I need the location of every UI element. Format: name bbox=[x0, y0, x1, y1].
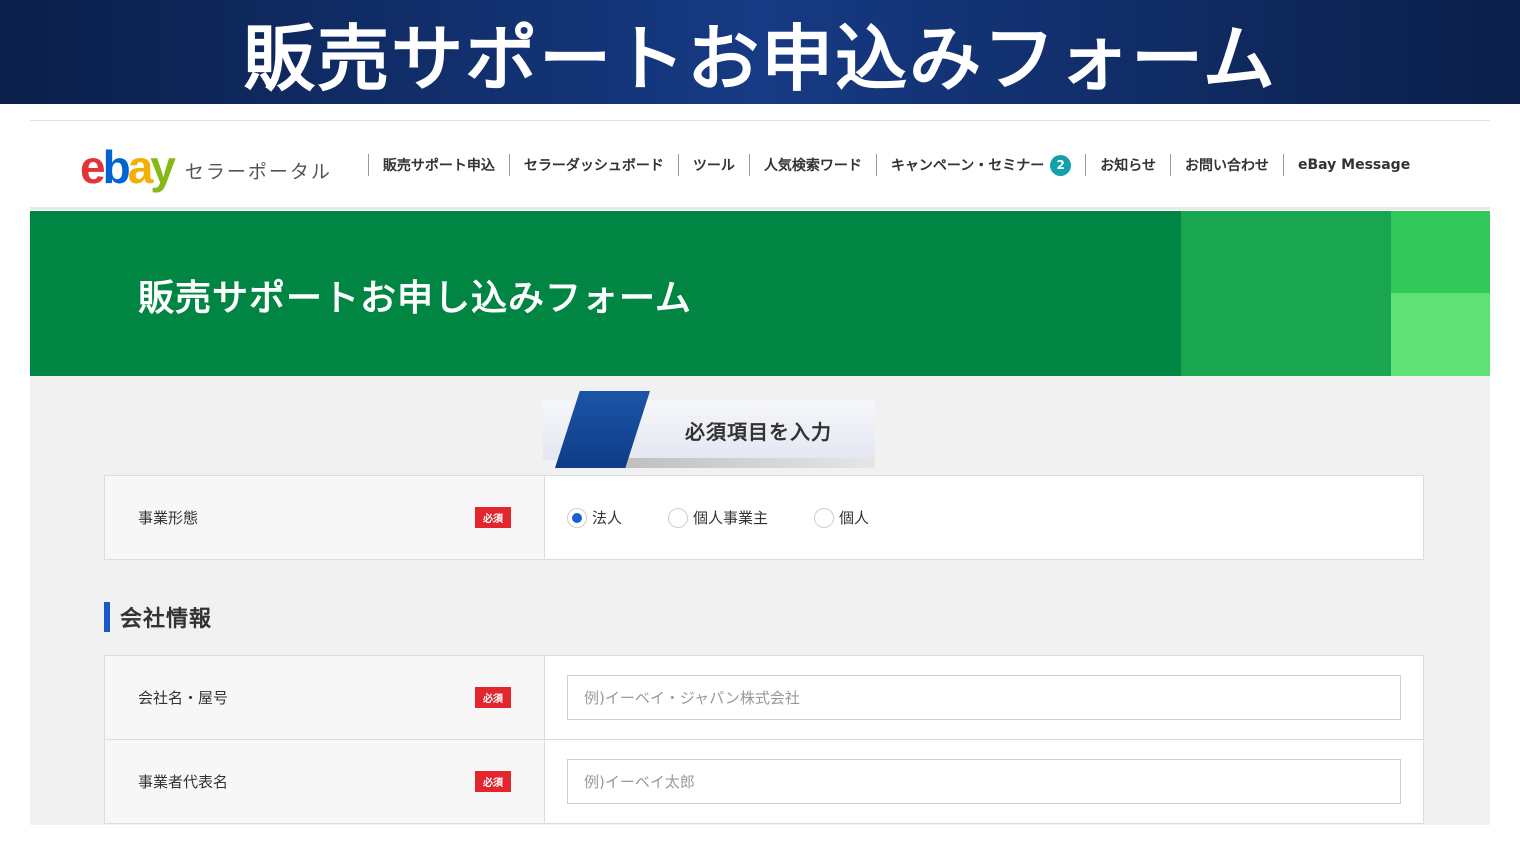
radio-button[interactable] bbox=[668, 507, 689, 528]
row-field-cell: 法人 個人事業主 個人 bbox=[545, 476, 1423, 559]
business-type-label: 事業形態 bbox=[138, 509, 199, 527]
nav-item-news[interactable]: お知らせ bbox=[1085, 154, 1170, 176]
radio-label: 個人事業主 bbox=[693, 509, 769, 527]
nav-item-tools[interactable]: ツール bbox=[677, 154, 749, 176]
required-badge: 必須 bbox=[475, 771, 511, 792]
business-type-row: 事業形態 必須 法人 個人事業主 個人 bbox=[104, 475, 1424, 560]
company-name-input[interactable]: 例)イーベイ・ジャパン株式会社 bbox=[567, 675, 1401, 720]
row-label-cell: 会社名・屋号 必須 bbox=[105, 656, 545, 739]
top-banner: 販売サポートお申込みフォーム bbox=[0, 0, 1520, 104]
representative-label: 事業者代表名 bbox=[138, 773, 229, 791]
nav-item-popular-keywords[interactable]: 人気検索ワード bbox=[748, 154, 876, 176]
notification-count-badge: 2 bbox=[1050, 154, 1072, 176]
nav-item-sales-support[interactable]: 販売サポート申込 bbox=[367, 154, 509, 176]
radio-label: 個人 bbox=[839, 509, 870, 527]
radio-option-individual[interactable]: 個人 bbox=[814, 507, 869, 528]
portal-name: セラーポータル bbox=[184, 161, 332, 183]
row-label-cell: 事業形態 必須 bbox=[105, 476, 545, 559]
row-field-cell: 例)イーベイ・ジャパン株式会社 bbox=[545, 656, 1423, 739]
radio-option-sole-proprietor[interactable]: 個人事業主 bbox=[668, 507, 768, 528]
required-badge: 必須 bbox=[475, 507, 511, 528]
company-info-heading: 会社情報 bbox=[104, 601, 212, 633]
radio-button[interactable] bbox=[814, 507, 835, 528]
ebay-logo[interactable]: ebay セラーポータル bbox=[80, 140, 332, 190]
company-name-row: 会社名・屋号 必須 例)イーベイ・ジャパン株式会社 bbox=[104, 655, 1424, 740]
section-heading-bar bbox=[104, 602, 110, 632]
ebay-logo-wordmark: ebay bbox=[80, 141, 176, 193]
row-label-cell: 事業者代表名 必須 bbox=[105, 740, 545, 823]
radio-label: 法人 bbox=[592, 509, 623, 527]
hero-decoration-block bbox=[1391, 293, 1490, 376]
form-content: 必須項目を入力 事業形態 必須 法人 個人事業主 個人 会社情報 会社名・屋号 … bbox=[30, 376, 1490, 825]
nav-item-contact[interactable]: お問い合わせ bbox=[1169, 154, 1283, 176]
header-divider-bottom bbox=[30, 207, 1490, 210]
business-type-radio-group: 法人 個人事業主 個人 bbox=[567, 507, 915, 528]
representative-name-input[interactable]: 例)イーベイ太郎 bbox=[567, 759, 1401, 804]
required-badge: 必須 bbox=[475, 687, 511, 708]
company-name-label: 会社名・屋号 bbox=[138, 689, 229, 707]
main-nav: 販売サポート申込 セラーダッシュボード ツール 人気検索ワード キャンペーン・セ… bbox=[367, 154, 1424, 176]
section-heading-text: 会社情報 bbox=[120, 607, 213, 632]
radio-option-corporation[interactable]: 法人 bbox=[567, 507, 622, 528]
nav-item-seller-dashboard[interactable]: セラーダッシュボード bbox=[508, 154, 678, 176]
hero-banner: 販売サポートお申し込みフォーム bbox=[30, 211, 1490, 376]
step-indicator: 必須項目を入力 bbox=[543, 391, 875, 471]
row-field-cell: 例)イーベイ太郎 bbox=[545, 740, 1423, 823]
banner-title: 販売サポートお申込みフォーム bbox=[243, 16, 1277, 101]
page-title: 販売サポートお申し込みフォーム bbox=[138, 278, 692, 319]
nav-item-campaign-seminar[interactable]: キャンペーン・セミナー 2 bbox=[875, 154, 1085, 176]
hero-decoration-block bbox=[1391, 211, 1490, 293]
representative-row: 事業者代表名 必須 例)イーベイ太郎 bbox=[104, 739, 1424, 824]
portal-header: ebay セラーポータル 販売サポート申込 セラーダッシュボード ツール 人気検… bbox=[30, 121, 1490, 209]
hero-decoration-block bbox=[1181, 211, 1391, 376]
step-label: 必須項目を入力 bbox=[685, 420, 832, 444]
radio-button[interactable] bbox=[567, 507, 587, 528]
nav-item-ebay-message[interactable]: eBay Message bbox=[1282, 154, 1424, 176]
